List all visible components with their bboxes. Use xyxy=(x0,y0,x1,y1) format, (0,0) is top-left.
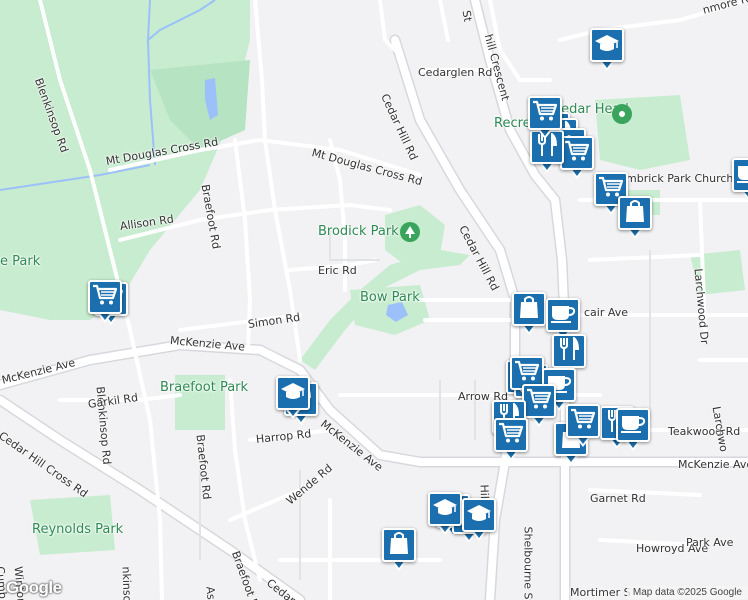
street-label-cair-ave: cair Ave xyxy=(584,306,629,319)
street-label-shelbourne-st: Shelbourne St xyxy=(521,526,535,600)
map-marker-shopping-cart[interactable] xyxy=(88,280,122,323)
map-marker-coffee[interactable] xyxy=(732,158,748,201)
map-marker-shopping-bag[interactable] xyxy=(382,528,416,571)
coffee-icon xyxy=(550,302,576,329)
map-marker-stacked[interactable] xyxy=(560,136,594,179)
shopping-cart-icon xyxy=(564,140,590,167)
shopping-cart-icon xyxy=(526,388,552,415)
place-label-braefoot-park[interactable]: Braefoot Park xyxy=(160,380,248,395)
place-label-reynolds-park[interactable]: Reynolds Park xyxy=(32,522,123,537)
map-marker-shopping-bag[interactable] xyxy=(512,292,546,335)
place-label-church[interactable]: mbrick Park Church xyxy=(626,172,733,185)
street-label-park-ave: Park Ave xyxy=(686,536,734,549)
map-marker-graduation-cap[interactable] xyxy=(462,498,496,541)
map-marker-graduation-cap[interactable] xyxy=(428,492,462,535)
graduation-cap-icon xyxy=(466,503,492,528)
place-label-brodick-park[interactable]: Brodick Park xyxy=(318,224,399,239)
park-tree-icon[interactable] xyxy=(400,222,420,242)
shopping-cart-icon xyxy=(570,408,596,435)
map-marker-shopping-cart[interactable] xyxy=(566,404,600,447)
street-label-st-top: St xyxy=(459,9,475,23)
recreation-centre-icon[interactable] xyxy=(612,104,632,124)
map-marker-coffee[interactable] xyxy=(616,408,650,451)
coffee-icon xyxy=(736,162,748,189)
shopping-cart-icon xyxy=(498,422,524,449)
street-label-garnet-rd: Garnet Rd xyxy=(590,492,646,505)
street-label-mortimer: Mortimer S xyxy=(570,586,631,599)
map-marker-graduation-cap[interactable] xyxy=(276,376,310,419)
street-label-eric-rd: Eric Rd xyxy=(318,264,357,277)
shopping-bag-icon xyxy=(625,199,645,228)
map-marker-shopping-cart[interactable] xyxy=(494,418,528,461)
shopping-bag-icon xyxy=(519,295,539,324)
street-label-mckenzie-ave-east2: McKenzie Ave xyxy=(678,458,748,471)
map-marker-shopping-bag[interactable] xyxy=(618,196,652,239)
shopping-cart-icon xyxy=(514,360,540,387)
shopping-bag-icon xyxy=(389,531,409,560)
graduation-cap-icon xyxy=(594,33,620,58)
map-attribution: Map data ©2025 Google xyxy=(626,586,748,599)
place-label-bow-park[interactable]: Bow Park xyxy=(360,290,420,305)
coffee-icon xyxy=(620,412,646,439)
street-label-cedarglen-rd: Cedarglen Rd xyxy=(418,66,493,79)
street-label-blenkinsop-rd-bottom: nkinsop Rd xyxy=(119,566,135,600)
map-canvas[interactable]: Blenkinsop Rd Mt Douglas Cross Rd Mt Dou… xyxy=(0,0,748,600)
graduation-cap-icon xyxy=(280,381,306,406)
graduation-cap-icon xyxy=(432,497,458,522)
restaurant-icon xyxy=(558,335,580,366)
map-marker-shopping-cart[interactable] xyxy=(528,96,562,139)
street-label-teakwood-rd: Teakwood Rd xyxy=(668,425,741,438)
shopping-cart-icon xyxy=(532,100,558,127)
map-marker-graduation-cap[interactable] xyxy=(590,28,624,71)
place-label-e-park[interactable]: e Park xyxy=(0,254,40,269)
shopping-cart-icon xyxy=(92,284,118,311)
google-logo: Google xyxy=(6,578,62,597)
